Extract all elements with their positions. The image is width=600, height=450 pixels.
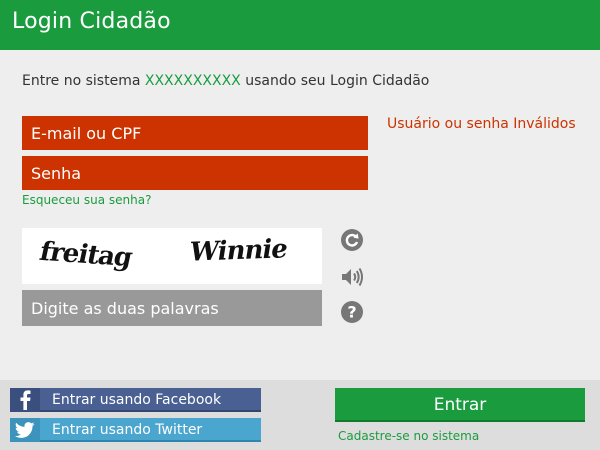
twitter-login-label: Entrar usando Twitter <box>52 422 203 438</box>
captcha-image: freitag Winnie <box>22 228 322 284</box>
refresh-icon[interactable] <box>340 228 364 252</box>
password-input[interactable] <box>22 156 368 190</box>
header-bar: Login Cidadão <box>0 0 600 50</box>
captcha-word-2: Winnie <box>189 234 288 268</box>
error-message: Usuário ou senha Inválidos <box>387 116 576 132</box>
facebook-icon <box>10 388 40 412</box>
forgot-password-link[interactable]: Esqueceu sua senha? <box>22 193 151 207</box>
facebook-login-label: Entrar usando Facebook <box>52 392 222 408</box>
login-submit-button[interactable]: Entrar <box>335 388 585 422</box>
email-cpf-input[interactable] <box>22 116 368 150</box>
intro-prefix: Entre no sistema <box>22 73 145 89</box>
facebook-login-button[interactable]: Entrar usando Facebook <box>10 388 261 412</box>
twitter-icon <box>10 418 40 442</box>
svg-text:?: ? <box>347 303 356 322</box>
audio-icon[interactable] <box>340 265 364 289</box>
captcha-input[interactable] <box>22 290 322 326</box>
page-title: Login Cidadão <box>12 9 171 34</box>
intro-text: Entre no sistema XXXXXXXXXX usando seu L… <box>22 73 429 89</box>
intro-suffix: usando seu Login Cidadão <box>240 73 430 89</box>
help-icon[interactable]: ? <box>340 300 364 324</box>
register-link[interactable]: Cadastre-se no sistema <box>338 429 479 443</box>
captcha-word-1: freitag <box>36 236 135 274</box>
system-name: XXXXXXXXXX <box>144 73 241 89</box>
twitter-login-button[interactable]: Entrar usando Twitter <box>10 418 261 442</box>
main-panel <box>0 50 600 380</box>
